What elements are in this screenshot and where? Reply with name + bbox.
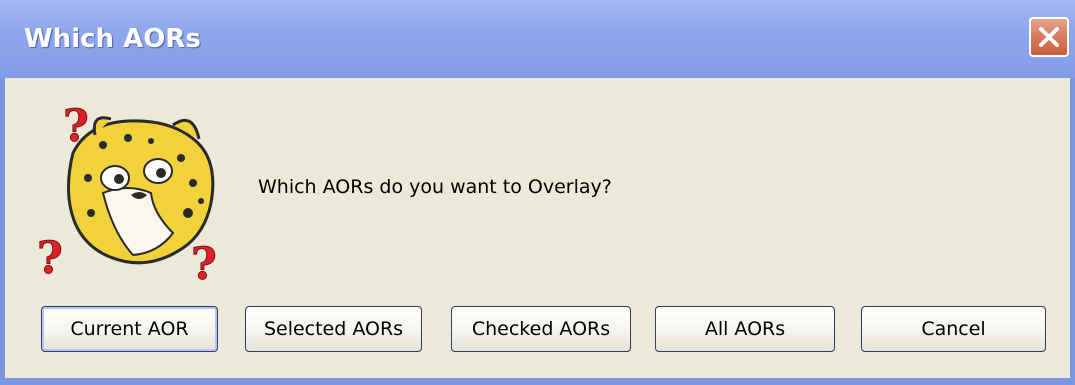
checked-aors-button[interactable]: Checked AORs	[451, 306, 631, 352]
dialog-message: Which AORs do you want to Overlay?	[258, 176, 612, 198]
dialog-body: ? ? ? Which AORs do you want to Overlay?…	[5, 78, 1070, 378]
svg-text:?: ?	[191, 239, 217, 283]
current-aor-button[interactable]: Current AOR	[41, 306, 218, 352]
checked-aors-button-label: Checked AORs	[471, 318, 611, 340]
selected-aors-button-label: Selected AORs	[263, 318, 404, 340]
all-aors-button-label: All AORs	[704, 318, 786, 340]
title-bar[interactable]: Which AORs	[0, 0, 1075, 78]
all-aors-button[interactable]: All AORs	[655, 306, 835, 352]
close-icon	[1039, 27, 1059, 47]
cancel-button-label: Cancel	[921, 318, 986, 340]
cancel-button[interactable]: Cancel	[861, 306, 1046, 352]
question-cheetah-icon: ? ? ?	[37, 101, 218, 284]
current-aor-button-label: Current AOR	[70, 318, 189, 340]
svg-text:?: ?	[37, 233, 63, 283]
dialog-window: Which AORs ? ? ? Which AORs do you want …	[0, 0, 1075, 385]
selected-aors-button[interactable]: Selected AORs	[245, 306, 422, 352]
close-button[interactable]	[1029, 17, 1069, 57]
window-title: Which AORs	[24, 24, 201, 54]
